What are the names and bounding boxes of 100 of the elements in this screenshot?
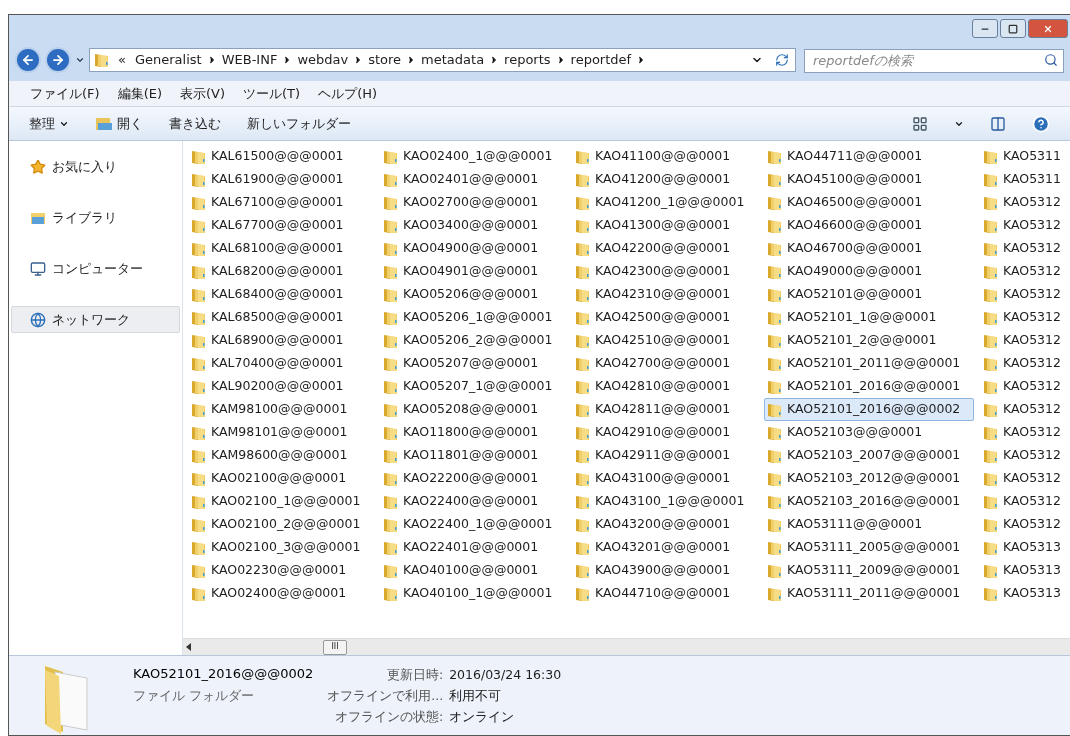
folder-item[interactable]: KAO45100@@@0001 (764, 168, 974, 191)
folder-item[interactable]: KAO52101_1@@@0001 (764, 306, 974, 329)
folder-item[interactable]: KAO5313 (980, 559, 1064, 582)
menu-item[interactable]: 表示(V) (177, 83, 229, 104)
folder-item[interactable]: KAO46700@@@0001 (764, 237, 974, 260)
folder-item[interactable]: KAO52103@@@0001 (764, 421, 974, 444)
folder-item[interactable]: KAO5312 (980, 191, 1064, 214)
folder-item[interactable]: KAO46500@@@0001 (764, 191, 974, 214)
folder-item[interactable]: KAO5312 (980, 398, 1064, 421)
folder-item[interactable]: KAO42510@@@0001 (572, 329, 758, 352)
folder-item[interactable]: KAO5312 (980, 260, 1064, 283)
sidebar-item[interactable]: ライブラリ (11, 204, 180, 231)
folder-item[interactable]: KAL70400@@@0001 (188, 352, 374, 375)
folder-item[interactable]: KAO46600@@@0001 (764, 214, 974, 237)
folder-item[interactable]: KAO53111_2011@@@0001 (764, 582, 974, 605)
folder-item[interactable]: KAM98600@@@0001 (188, 444, 374, 467)
help-icon[interactable] (1032, 114, 1050, 133)
horizontal-scrollbar[interactable]: III (183, 638, 1070, 655)
folder-item[interactable]: KAO02700@@@0001 (380, 191, 566, 214)
folder-item[interactable]: KAO05206@@@0001 (380, 283, 566, 306)
folder-item[interactable]: KAO52101_2016@@@0002 (764, 398, 974, 421)
folder-item[interactable]: KAO04901@@@0001 (380, 260, 566, 283)
toolbar-button[interactable]: 新しいフォルダー (247, 113, 351, 134)
toolbar-button[interactable]: 開く (95, 113, 143, 134)
folder-item[interactable]: KAO5312 (980, 329, 1064, 352)
folder-item[interactable]: KAO11801@@@0001 (380, 444, 566, 467)
folder-item[interactable]: KAO43200@@@0001 (572, 513, 758, 536)
preview-pane-icon[interactable] (990, 115, 1006, 132)
folder-item[interactable]: KAO11800@@@0001 (380, 421, 566, 444)
folder-item[interactable]: KAO22401@@@0001 (380, 536, 566, 559)
folder-item[interactable]: KAO43201@@@0001 (572, 536, 758, 559)
folder-item[interactable]: KAO43900@@@0001 (572, 559, 758, 582)
folder-item[interactable]: KAO52103_2016@@@0001 (764, 490, 974, 513)
folder-item[interactable]: KAO05206_2@@@0001 (380, 329, 566, 352)
sidebar-item[interactable]: コンピューター (11, 255, 180, 282)
folder-item[interactable]: KAO41100@@@0001 (572, 145, 758, 168)
folder-item[interactable]: KAM98100@@@0001 (188, 398, 374, 421)
sidebar-item[interactable]: ネットワーク (11, 306, 180, 333)
folder-item[interactable]: KAO41200_1@@@0001 (572, 191, 758, 214)
folder-item[interactable]: KAO5312 (980, 421, 1064, 444)
folder-item[interactable]: KAO5312 (980, 513, 1064, 536)
folder-item[interactable]: KAO05206_1@@@0001 (380, 306, 566, 329)
folder-item[interactable]: KAL68200@@@0001 (188, 260, 374, 283)
folder-item[interactable]: KAO53111@@@0001 (764, 513, 974, 536)
folder-item[interactable]: KAL67700@@@0001 (188, 214, 374, 237)
folder-item[interactable]: KAO5312 (980, 352, 1064, 375)
address-bar[interactable]: « Generalist WEB-INF webdav store metadata reports reportdef (89, 48, 796, 72)
folder-item[interactable]: KAO5313 (980, 536, 1064, 559)
maximize-button[interactable] (1000, 19, 1026, 38)
folder-item[interactable]: KAO22400_1@@@0001 (380, 513, 566, 536)
folder-item[interactable]: KAO02400@@@0001 (188, 582, 374, 605)
breadcrumb[interactable]: reports (499, 50, 556, 70)
folder-item[interactable]: KAO02100_1@@@0001 (188, 490, 374, 513)
folder-item[interactable]: KAL67100@@@0001 (188, 191, 374, 214)
folder-item[interactable]: KAO49000@@@0001 (764, 260, 974, 283)
folder-item[interactable]: KAO22200@@@0001 (380, 467, 566, 490)
folder-item[interactable]: KAO02100_3@@@0001 (188, 536, 374, 559)
refresh-icon[interactable] (775, 53, 789, 67)
breadcrumb[interactable]: WEB-INF (216, 50, 283, 70)
folder-item[interactable]: KAO52101@@@0001 (764, 283, 974, 306)
folder-item[interactable]: KAO5311 (980, 168, 1064, 191)
folder-item[interactable]: KAO44710@@@0001 (572, 582, 758, 605)
scroll-left-arrow-icon[interactable] (186, 643, 192, 651)
folder-item[interactable]: KAO05207_1@@@0001 (380, 375, 566, 398)
folder-item[interactable]: KAO22400@@@0001 (380, 490, 566, 513)
search-field[interactable]: reportdefの検索 (804, 48, 1064, 73)
folder-item[interactable]: KAO41200@@@0001 (572, 168, 758, 191)
folder-item[interactable]: KAO5312 (980, 214, 1064, 237)
folder-item[interactable]: KAO02401@@@0001 (380, 168, 566, 191)
folder-item[interactable]: KAO03400@@@0001 (380, 214, 566, 237)
folder-item[interactable]: KAO05207@@@0001 (380, 352, 566, 375)
folder-item[interactable]: KAO02230@@@0001 (188, 559, 374, 582)
history-dropdown-icon[interactable] (75, 55, 85, 65)
folder-item[interactable]: KAO02100_2@@@0001 (188, 513, 374, 536)
folder-item[interactable]: KAO5313 (980, 582, 1064, 605)
folder-item[interactable]: KAO02100@@@0001 (188, 467, 374, 490)
breadcrumb[interactable]: webdav (292, 50, 354, 70)
folder-item[interactable]: KAO52103_2012@@@0001 (764, 467, 974, 490)
scrollbar-thumb[interactable]: III (323, 639, 347, 655)
view-options-icon[interactable] (912, 115, 928, 132)
toolbar-button[interactable]: 整理 (29, 113, 69, 134)
menu-item[interactable]: ファイル(F) (27, 83, 103, 104)
folder-item[interactable]: KAO05208@@@0001 (380, 398, 566, 421)
folder-item[interactable]: KAO5312 (980, 306, 1064, 329)
folder-item[interactable]: KAO52101_2011@@@0001 (764, 352, 974, 375)
breadcrumb[interactable]: metadata (416, 50, 490, 70)
minimize-button[interactable] (972, 19, 998, 38)
folder-item[interactable]: KAO42500@@@0001 (572, 306, 758, 329)
folder-item[interactable]: KAO42911@@@0001 (572, 444, 758, 467)
folder-item[interactable]: KAL90200@@@0001 (188, 375, 374, 398)
folder-item[interactable]: KAO43100@@@0001 (572, 467, 758, 490)
folder-item[interactable]: KAO42300@@@0001 (572, 260, 758, 283)
forward-button[interactable] (45, 47, 71, 73)
folder-item[interactable]: KAO41300@@@0001 (572, 214, 758, 237)
folder-item[interactable]: KAO53111_2009@@@0001 (764, 559, 974, 582)
folder-item[interactable]: KAO42200@@@0001 (572, 237, 758, 260)
folder-item[interactable]: KAM98101@@@0001 (188, 421, 374, 444)
folder-item[interactable]: KAO53111_2005@@@0001 (764, 536, 974, 559)
folder-item[interactable]: KAL68900@@@0001 (188, 329, 374, 352)
folder-item[interactable]: KAO5312 (980, 283, 1064, 306)
